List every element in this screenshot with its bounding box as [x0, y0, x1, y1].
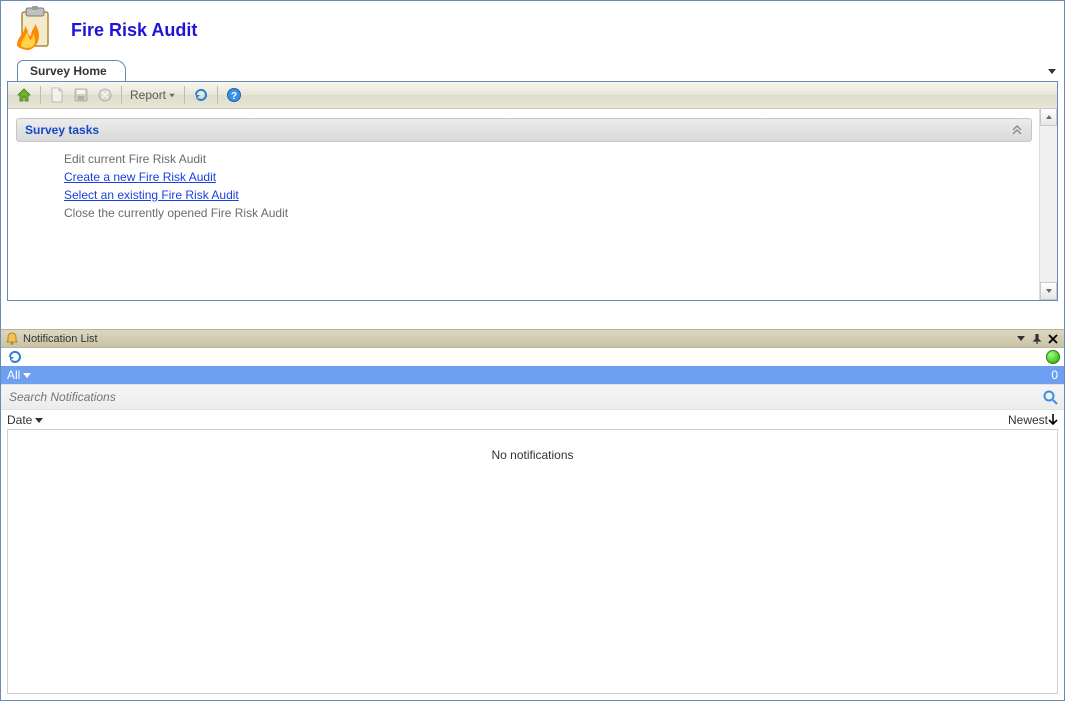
arrow-down-icon — [1048, 414, 1058, 426]
sort-row: Date Newest — [1, 410, 1064, 430]
sort-order-toggle[interactable]: Newest — [1008, 413, 1058, 427]
survey-tasks-header[interactable]: Survey tasks — [16, 118, 1032, 142]
task-list: Edit current Fire Risk Audit Create a ne… — [16, 142, 1032, 222]
scrollbar[interactable] — [1039, 108, 1057, 300]
notification-list: No notifications — [7, 429, 1058, 694]
task-item-select[interactable]: Select an existing Fire Risk Audit — [64, 186, 1032, 204]
save-button — [71, 85, 91, 105]
status-indicator — [1046, 350, 1060, 364]
toolbar-separator — [217, 86, 218, 104]
scroll-down-button[interactable] — [1040, 282, 1057, 300]
sort-field-dropdown[interactable]: Date — [7, 413, 43, 427]
refresh-button[interactable] — [191, 85, 211, 105]
tab-overflow-button[interactable] — [1048, 63, 1056, 77]
chevron-down-icon — [169, 93, 175, 97]
survey-tasks-title: Survey tasks — [25, 123, 99, 137]
filter-bar: All 0 — [1, 366, 1064, 384]
toolbar-separator — [40, 86, 41, 104]
app-window: Fire Risk Audit Survey Home Repor — [0, 0, 1065, 701]
notification-titlebar: Notification List — [1, 330, 1064, 348]
filter-dropdown[interactable]: All — [7, 368, 31, 382]
help-button[interactable]: ? — [224, 85, 244, 105]
notification-refresh-button[interactable] — [5, 347, 25, 367]
app-header: Fire Risk Audit — [1, 1, 1064, 59]
report-label: Report — [130, 88, 166, 102]
search-icon[interactable] — [1042, 389, 1058, 405]
svg-text:?: ? — [231, 91, 237, 102]
sort-field-label: Date — [7, 413, 32, 427]
notification-panel: Notification List All 0 — [1, 329, 1064, 700]
notification-count: 0 — [1051, 368, 1058, 382]
toolbar: Report ? — [8, 82, 1057, 109]
chevron-down-icon — [35, 418, 43, 423]
filter-label: All — [7, 368, 20, 382]
search-input[interactable] — [7, 389, 1042, 405]
cancel-button — [95, 85, 115, 105]
app-icon — [11, 6, 59, 54]
collapse-icon[interactable] — [1011, 124, 1023, 136]
notification-toolbar — [1, 348, 1064, 366]
empty-message: No notifications — [491, 448, 573, 462]
work-panel: Report ? Survey tasks Edit current Fire … — [7, 81, 1058, 301]
home-button[interactable] — [14, 85, 34, 105]
panel-menu-button[interactable] — [1014, 332, 1028, 346]
scroll-up-button[interactable] — [1040, 108, 1057, 126]
report-dropdown[interactable]: Report — [126, 88, 180, 102]
tab-survey-home[interactable]: Survey Home — [17, 60, 126, 81]
task-item-create[interactable]: Create a new Fire Risk Audit — [64, 168, 1032, 186]
chevron-down-icon — [23, 373, 31, 378]
toolbar-separator — [121, 86, 122, 104]
search-row — [1, 384, 1064, 410]
tabs-row: Survey Home — [1, 59, 1064, 81]
toolbar-separator — [184, 86, 185, 104]
close-panel-button[interactable] — [1046, 332, 1060, 346]
bell-icon — [5, 332, 19, 346]
content-area: Survey tasks Edit current Fire Risk Audi… — [8, 108, 1040, 300]
page-title: Fire Risk Audit — [71, 20, 197, 41]
task-item-close: Close the currently opened Fire Risk Aud… — [64, 204, 1032, 222]
task-item-edit: Edit current Fire Risk Audit — [64, 150, 1032, 168]
pin-button[interactable] — [1030, 332, 1044, 346]
document-button — [47, 85, 67, 105]
sort-order-label: Newest — [1008, 413, 1048, 427]
notification-title: Notification List — [23, 333, 1012, 345]
